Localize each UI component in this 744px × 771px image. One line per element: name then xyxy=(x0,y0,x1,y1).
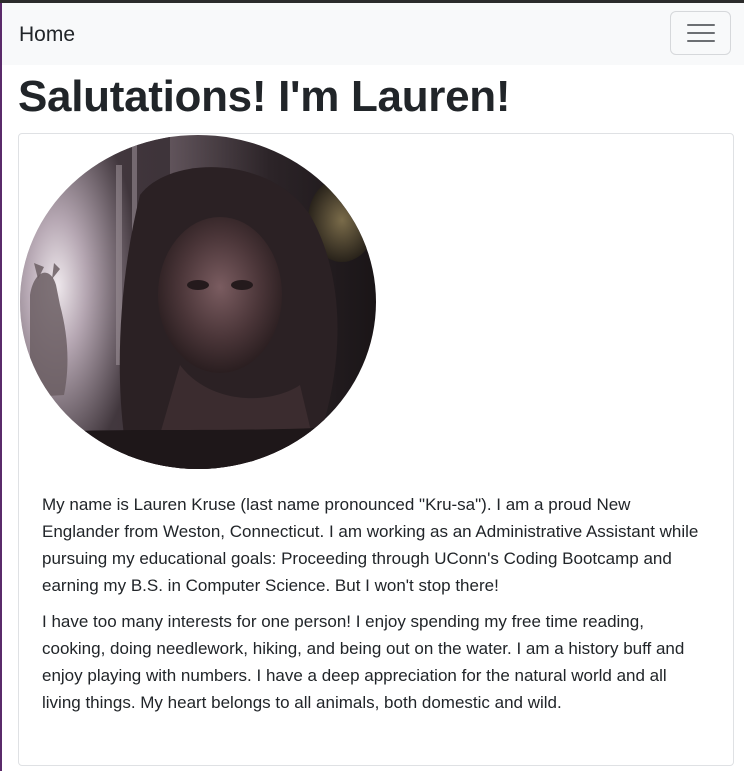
window-left-border xyxy=(0,3,2,771)
profile-photo xyxy=(20,135,376,469)
navbar: Home xyxy=(2,3,744,65)
profile-card: My name is Lauren Kruse (last name prono… xyxy=(18,133,734,766)
bio-paragraph-1: My name is Lauren Kruse (last name prono… xyxy=(42,495,699,595)
home-link[interactable]: Home xyxy=(19,22,75,48)
navbar-toggler-button[interactable] xyxy=(670,11,731,55)
bio-paragraph-2: I have too many interests for one person… xyxy=(42,612,685,712)
bio-text: My name is Lauren Kruse (last name prono… xyxy=(42,491,702,725)
page-title: Salutations! I'm Lauren! xyxy=(18,72,511,121)
